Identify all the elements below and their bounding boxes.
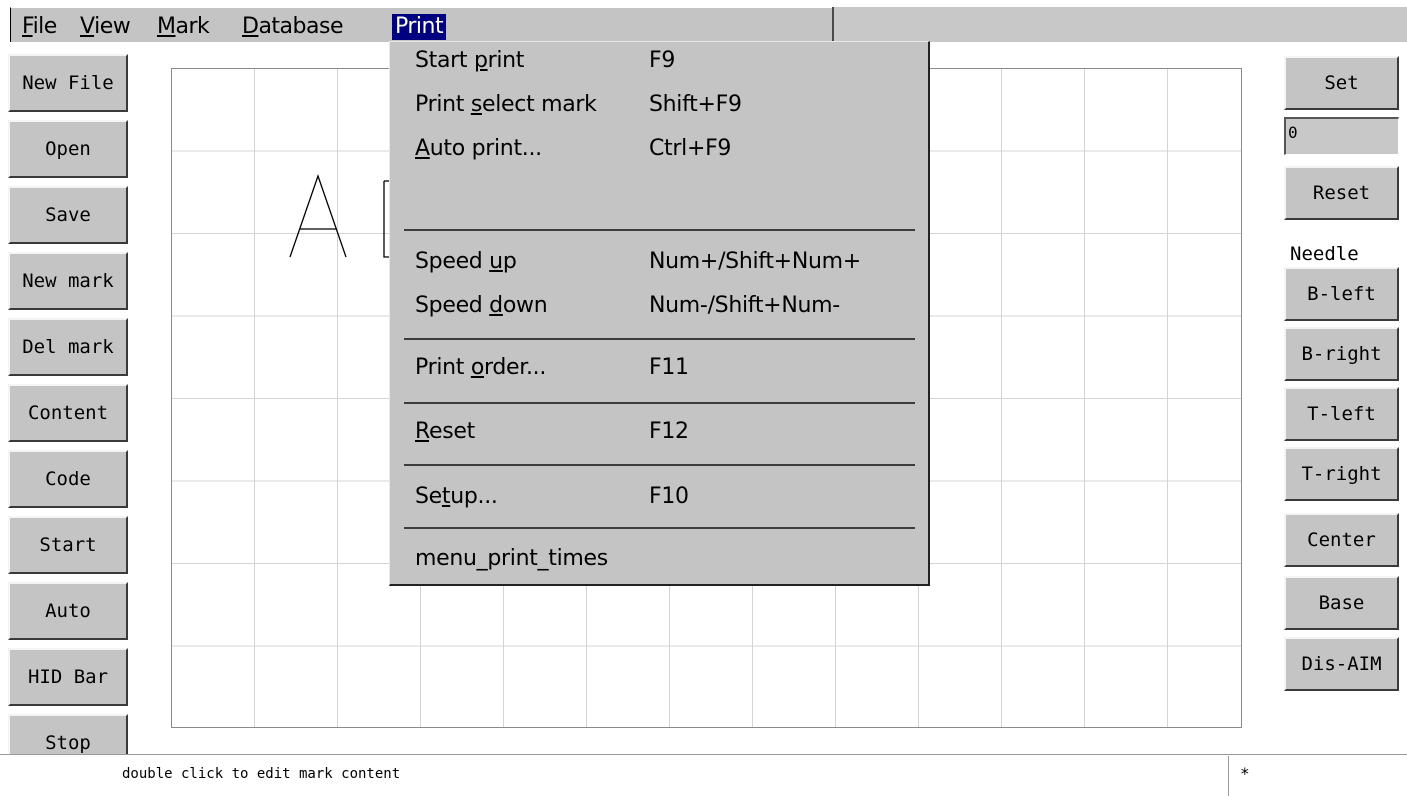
b-right-button[interactable]: B-right bbox=[1284, 327, 1399, 381]
menu-item-speed-down[interactable]: Speed down Num-/Shift+Num- bbox=[390, 287, 928, 331]
new-mark-button[interactable]: New mark bbox=[8, 252, 128, 310]
reset-button[interactable]: Reset bbox=[1284, 166, 1399, 220]
menu-item-label: Print select mark bbox=[415, 92, 597, 117]
start-button[interactable]: Start bbox=[8, 516, 128, 574]
menu-item-print-order[interactable]: Print order... F11 bbox=[390, 349, 928, 393]
shortcut-label: F12 bbox=[649, 419, 689, 444]
dis-aim-button[interactable]: Dis-AIM bbox=[1284, 637, 1399, 691]
content-button[interactable]: Content bbox=[8, 384, 128, 442]
menubar-filler bbox=[832, 7, 1407, 42]
menu-separator bbox=[404, 338, 915, 340]
menu-mark[interactable]: Mark bbox=[154, 14, 212, 40]
status-indicator: * bbox=[1240, 764, 1250, 783]
t-left-button[interactable]: T-left bbox=[1284, 387, 1399, 441]
menu-item-auto-print[interactable]: Auto print... Ctrl+F9 bbox=[390, 130, 928, 174]
shortcut-label: Num+/Shift+Num+ bbox=[649, 249, 861, 274]
needle-label: Needle bbox=[1290, 243, 1359, 265]
menu-item-label: menu_print_times bbox=[415, 546, 608, 571]
menu-item-print-select-mark[interactable]: Print select mark Shift+F9 bbox=[390, 86, 928, 130]
set-button[interactable]: Set bbox=[1284, 56, 1399, 110]
menu-item-label: Reset bbox=[415, 419, 475, 444]
hid-bar-button[interactable]: HID Bar bbox=[8, 648, 128, 706]
menu-item-label: Speed down bbox=[415, 293, 548, 318]
menu-separator bbox=[404, 464, 915, 466]
del-mark-button[interactable]: Del mark bbox=[8, 318, 128, 376]
status-divider bbox=[1228, 756, 1229, 796]
save-button[interactable]: Save bbox=[8, 186, 128, 244]
shortcut-label: Shift+F9 bbox=[649, 92, 742, 117]
counter-field[interactable]: 0 bbox=[1284, 117, 1399, 155]
menubar: File View Mark Database Print bbox=[10, 7, 832, 42]
shortcut-label: F11 bbox=[649, 355, 689, 380]
menu-view[interactable]: View bbox=[77, 14, 133, 40]
new-file-button[interactable]: New File bbox=[8, 54, 128, 112]
menu-item-reset[interactable]: Reset F12 bbox=[390, 413, 928, 457]
menu-item-label: Setup... bbox=[415, 484, 498, 509]
menu-item-speed-up[interactable]: Speed up Num+/Shift+Num+ bbox=[390, 243, 928, 287]
menu-item-label: Speed up bbox=[415, 249, 517, 274]
center-button[interactable]: Center bbox=[1284, 513, 1399, 567]
menu-separator bbox=[404, 402, 915, 404]
open-button[interactable]: Open bbox=[8, 120, 128, 178]
menu-item-label: Auto print... bbox=[415, 136, 542, 161]
menu-separator bbox=[404, 527, 915, 529]
print-menu: Start print F9 Print select mark Shift+F… bbox=[389, 41, 930, 586]
menu-print[interactable]: Print bbox=[392, 14, 447, 40]
shortcut-label: Num-/Shift+Num- bbox=[649, 293, 840, 318]
menu-separator bbox=[404, 229, 915, 231]
shortcut-label: Ctrl+F9 bbox=[649, 136, 732, 161]
shortcut-label: F10 bbox=[649, 484, 689, 509]
shortcut-label: F9 bbox=[649, 48, 676, 73]
auto-button[interactable]: Auto bbox=[8, 582, 128, 640]
b-left-button[interactable]: B-left bbox=[1284, 267, 1399, 321]
menu-database[interactable]: Database bbox=[239, 14, 346, 40]
base-button[interactable]: Base bbox=[1284, 576, 1399, 630]
t-right-button[interactable]: T-right bbox=[1284, 447, 1399, 501]
code-button[interactable]: Code bbox=[8, 450, 128, 508]
menu-item-label: Print order... bbox=[415, 355, 547, 380]
menu-file[interactable]: File bbox=[19, 14, 60, 40]
menu-item-setup[interactable]: Setup... F10 bbox=[390, 478, 928, 522]
status-hint: double click to edit mark content bbox=[122, 766, 401, 782]
menu-item-label: Start print bbox=[415, 48, 525, 73]
menu-item-start-print[interactable]: Start print F9 bbox=[390, 42, 928, 86]
menu-item-print-times[interactable]: menu_print_times bbox=[390, 540, 928, 584]
